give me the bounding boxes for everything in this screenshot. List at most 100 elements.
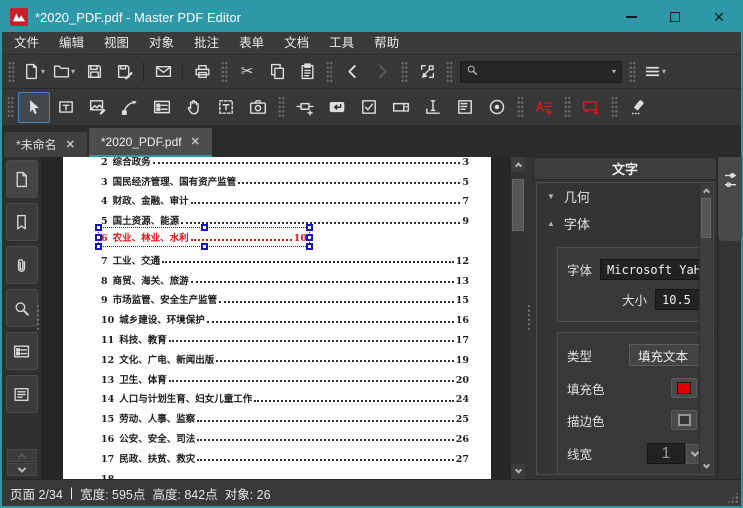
selection-handle-bl[interactable] bbox=[95, 243, 102, 251]
sidebar-search-doc-button[interactable] bbox=[5, 289, 38, 327]
document-vertical-scrollbar[interactable] bbox=[510, 157, 525, 479]
selection-handle-mr[interactable] bbox=[306, 234, 313, 242]
listbox-button[interactable] bbox=[449, 92, 481, 123]
menu-item-file[interactable]: 文件 bbox=[4, 32, 49, 55]
back-button[interactable] bbox=[337, 58, 367, 85]
sidebar-attachments-button[interactable] bbox=[5, 246, 38, 284]
forward-button[interactable] bbox=[367, 58, 397, 85]
properties-tab[interactable] bbox=[718, 157, 742, 241]
copy-button[interactable] bbox=[262, 58, 292, 85]
selected-text-object[interactable]: 6 农业、林业、水利 10 bbox=[95, 224, 313, 251]
menu-button[interactable]: ▾ bbox=[640, 58, 670, 85]
sticky-note-button[interactable] bbox=[575, 92, 607, 123]
open-folder-button[interactable]: ▾ bbox=[49, 58, 79, 85]
enter-key-button[interactable] bbox=[321, 92, 353, 123]
new-document-button[interactable]: ▾ bbox=[19, 58, 49, 85]
dropdown-caret-icon[interactable]: ▾ bbox=[662, 67, 666, 76]
menu-item-object[interactable]: 对象 bbox=[139, 32, 184, 55]
document-canvas[interactable]: 2 综合政务 3 3 国民经济管理、国有资产监管 5 4 财政、金融、审计 7 5 国土资源、能源 9… bbox=[42, 157, 510, 479]
toolbar-grip[interactable] bbox=[517, 96, 524, 118]
toolbar-grip[interactable] bbox=[446, 60, 453, 83]
sidebar-pages-button[interactable] bbox=[5, 160, 38, 198]
selection-handle-tr[interactable] bbox=[306, 224, 313, 232]
sidebar-scroll-down-button[interactable] bbox=[6, 463, 37, 476]
type-dropdown[interactable]: 填充文本 bbox=[629, 344, 707, 366]
whiteout-eraser-button[interactable] bbox=[622, 92, 654, 123]
selection-handle-tm[interactable] bbox=[201, 224, 208, 232]
radio-button-button[interactable] bbox=[481, 92, 513, 123]
selection-handle-ml[interactable] bbox=[95, 234, 102, 242]
panel-scroll-down-button[interactable] bbox=[700, 460, 712, 473]
snapshot-button[interactable] bbox=[242, 92, 274, 123]
edit-text-button[interactable] bbox=[50, 92, 82, 123]
toolbar-grip[interactable] bbox=[221, 60, 228, 83]
sidebar-splitter-grip[interactable] bbox=[36, 304, 40, 332]
section-font[interactable]: ▲ 字体 bbox=[537, 210, 713, 237]
tab-2020-pdf[interactable]: *2020_PDF.pdf ✕ bbox=[88, 128, 212, 157]
close-button[interactable]: ✕ bbox=[697, 2, 741, 32]
toolbar-grip[interactable] bbox=[7, 96, 14, 118]
toolbar-grip[interactable] bbox=[611, 96, 618, 118]
edit-image-button[interactable] bbox=[82, 92, 114, 123]
close-tab-icon[interactable]: ✕ bbox=[191, 135, 200, 148]
sidebar-bookmarks-button[interactable] bbox=[5, 203, 38, 241]
toolbar-grip[interactable] bbox=[8, 60, 15, 83]
dropdown-caret-icon[interactable]: ▾ bbox=[41, 67, 45, 76]
sidebar-scroll-up-button[interactable] bbox=[6, 449, 37, 462]
menu-item-document[interactable]: 文档 bbox=[274, 32, 319, 55]
panel-scrollbar[interactable] bbox=[699, 184, 712, 473]
selection-handle-br[interactable] bbox=[306, 243, 313, 251]
select-arrow-button[interactable] bbox=[18, 91, 50, 123]
link-button[interactable] bbox=[289, 92, 321, 123]
email-button[interactable] bbox=[148, 58, 178, 85]
save-button[interactable] bbox=[79, 58, 109, 85]
save-as-button[interactable] bbox=[109, 58, 139, 85]
line-width-input[interactable]: 1 bbox=[647, 443, 685, 464]
checkbox-button[interactable] bbox=[353, 92, 385, 123]
hand-button[interactable] bbox=[178, 92, 210, 123]
tab-untitled[interactable]: *未命名 ✕ bbox=[4, 132, 87, 157]
edit-path-button[interactable] bbox=[114, 92, 146, 123]
panel-splitter[interactable] bbox=[525, 157, 533, 479]
toolbar-grip[interactable] bbox=[564, 96, 571, 118]
pdf-page[interactable]: 2 综合政务 3 3 国民经济管理、国有资产监管 5 4 财政、金融、审计 7 5 国土资源、能源 9… bbox=[63, 157, 491, 479]
fill-color-button[interactable] bbox=[671, 378, 697, 398]
minimize-button[interactable] bbox=[609, 2, 653, 32]
scroll-up-button[interactable] bbox=[511, 157, 525, 172]
dropdown-caret-icon[interactable]: ▾ bbox=[71, 67, 75, 76]
menu-item-tools[interactable]: 工具 bbox=[319, 32, 364, 55]
close-tab-icon[interactable]: ✕ bbox=[66, 138, 75, 151]
form-editor-button[interactable] bbox=[146, 92, 178, 123]
toolbar-grip[interactable] bbox=[326, 60, 333, 83]
selection-handle-tl[interactable] bbox=[95, 224, 102, 232]
text-field-button[interactable] bbox=[417, 92, 449, 123]
scroll-down-button[interactable] bbox=[511, 464, 525, 479]
section-geometry[interactable]: ▼ 几何 bbox=[537, 183, 713, 210]
resize-grip[interactable] bbox=[726, 491, 739, 504]
scrollbar-thumb[interactable] bbox=[512, 179, 524, 231]
cut-button[interactable]: ✂ bbox=[232, 58, 262, 85]
toolbar-grip[interactable] bbox=[629, 60, 636, 83]
sidebar-annotations-button[interactable] bbox=[5, 375, 38, 413]
menu-item-help[interactable]: 帮助 bbox=[364, 32, 409, 55]
search-input[interactable] bbox=[478, 64, 611, 79]
zoom-to-selection-button[interactable] bbox=[412, 58, 442, 85]
panel-scrollbar-thumb[interactable] bbox=[701, 198, 711, 238]
panel-scroll-up-button[interactable] bbox=[700, 184, 712, 197]
combobox-button[interactable] bbox=[385, 92, 417, 123]
toolbar-grip[interactable] bbox=[401, 60, 408, 83]
maximize-button[interactable] bbox=[653, 2, 697, 32]
sidebar-form-fields-button[interactable] bbox=[5, 332, 38, 370]
menu-item-annotate[interactable]: 批注 bbox=[184, 32, 229, 55]
title-bar[interactable]: *2020_PDF.pdf - Master PDF Editor ✕ bbox=[2, 2, 741, 32]
menu-item-form[interactable]: 表单 bbox=[229, 32, 274, 55]
paste-button[interactable] bbox=[292, 58, 322, 85]
stroke-color-button[interactable] bbox=[671, 410, 697, 430]
search-box[interactable]: ▾ bbox=[460, 60, 622, 83]
selection-handle-bm[interactable] bbox=[201, 243, 208, 251]
dropdown-caret-icon[interactable]: ▾ bbox=[612, 67, 616, 76]
print-button[interactable] bbox=[187, 58, 217, 85]
menu-item-edit[interactable]: 编辑 bbox=[49, 32, 94, 55]
menu-item-view[interactable]: 视图 bbox=[94, 32, 139, 55]
add-text-annotation-button[interactable] bbox=[528, 92, 560, 123]
